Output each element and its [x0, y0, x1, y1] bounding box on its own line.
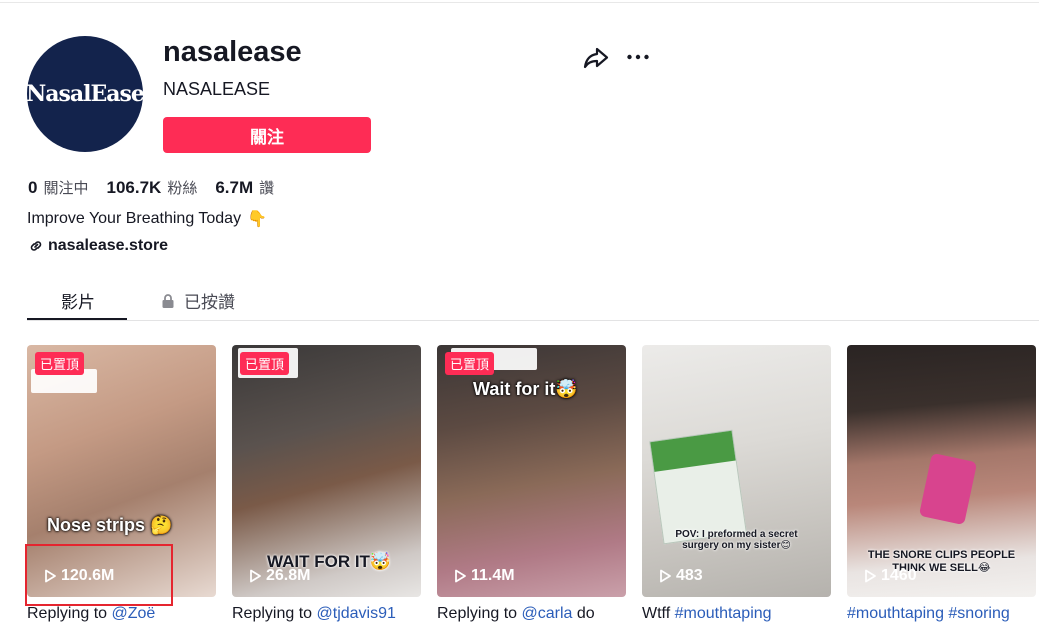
view-count: 483	[658, 567, 703, 585]
play-icon	[455, 569, 466, 583]
play-icon	[660, 569, 671, 583]
view-count-value: 483	[676, 567, 703, 584]
video-description[interactable]: Replying to @carla do	[437, 605, 626, 623]
view-count: 26.8M	[248, 567, 310, 585]
view-count-value: 11.4M	[471, 567, 515, 584]
video-card[interactable]: POV: I preformed a secret surgery on my …	[642, 345, 831, 623]
mention-link[interactable]: @carla	[522, 605, 573, 622]
profile-link[interactable]: nasalease.store	[28, 237, 168, 255]
pinned-badge: 已置頂	[445, 352, 495, 375]
likes-label: 讚	[259, 180, 275, 197]
followers-count: 106.7K	[106, 178, 162, 197]
description-tail: do	[572, 605, 595, 622]
video-thumbnail[interactable]: 已置頂 WAIT FOR IT🤯 26.8M	[232, 345, 421, 597]
followers-label: 粉絲	[167, 180, 198, 197]
description-text: Replying to	[437, 605, 522, 622]
view-count-value: 1460	[881, 567, 917, 584]
description-text: Replying to	[232, 605, 317, 622]
profile-stats: 0 關注中 106.7K 粉絲 6.7M 讚	[28, 177, 292, 198]
tab-videos-label: 影片	[61, 293, 95, 312]
play-icon	[865, 569, 876, 583]
video-thumbnail[interactable]: THE SNORE CLIPS PEOPLE THINK WE SELL😂 14…	[847, 345, 1036, 597]
video-card[interactable]: THE SNORE CLIPS PEOPLE THINK WE SELL😂 14…	[847, 345, 1036, 623]
video-overlay-text: Wait for it🤯	[473, 379, 578, 399]
following-stat[interactable]: 0 關注中	[28, 177, 88, 198]
hashtag-link[interactable]: #mouthtaping	[675, 605, 772, 622]
description-text: Wtff	[642, 605, 675, 622]
tab-liked[interactable]: 已按讚	[160, 288, 235, 313]
video-card[interactable]: 已置頂 WAIT FOR IT🤯 26.8M Replying to @tjda…	[232, 345, 421, 623]
video-overlay-text: Nose strips 🤔	[47, 515, 173, 535]
top-divider	[0, 2, 1039, 3]
following-count: 0	[28, 178, 38, 197]
tab-videos[interactable]: 影片	[61, 288, 95, 313]
likes-stat: 6.7M 讚	[215, 177, 274, 198]
nickname: NASALEASE	[163, 79, 271, 99]
share-icon[interactable]	[583, 46, 609, 70]
video-description[interactable]: Replying to @Zoë	[27, 605, 216, 623]
first-aid-pack	[649, 429, 747, 545]
tabs-divider	[27, 320, 1039, 321]
video-thumbnail[interactable]: 已置頂 Wait for it🤯 11.4M	[437, 345, 626, 597]
video-card[interactable]: 已置頂 Wait for it🤯 11.4M Replying to @carl…	[437, 345, 626, 623]
video-grid: 已置頂 Nose strips 🤔 120.6M Replying to @Zo…	[25, 345, 1036, 623]
video-description[interactable]: Replying to @tjdavis91	[232, 605, 421, 623]
link-icon	[30, 241, 42, 251]
video-thumbnail[interactable]: POV: I preformed a secret surgery on my …	[642, 345, 831, 597]
pinned-badge: 已置頂	[35, 352, 85, 375]
username: nasalease	[163, 36, 302, 68]
video-description[interactable]: Wtff #mouthtaping	[642, 605, 831, 623]
likes-count: 6.7M	[215, 178, 254, 197]
view-count-value: 26.8M	[266, 567, 311, 584]
mention-link[interactable]: @Zoë	[112, 605, 156, 622]
play-icon	[250, 569, 261, 583]
bio-text: Improve Your Breathing Today	[27, 210, 242, 227]
hashtag-link[interactable]: #mouthtaping #snoring	[847, 605, 1010, 622]
followers-stat[interactable]: 106.7K 粉絲	[106, 177, 197, 198]
pointing-down-emoji: 👇	[247, 211, 267, 228]
avatar[interactable]: NasalEase	[26, 36, 145, 152]
video-card[interactable]: 已置頂 Nose strips 🤔 120.6M Replying to @Zo…	[25, 345, 216, 623]
more-icon[interactable]	[626, 47, 650, 67]
view-count: 1460	[863, 567, 917, 585]
link-text: nasalease.store	[48, 237, 169, 254]
pinned-badge: 已置頂	[240, 352, 290, 375]
follow-button[interactable]: 關注	[163, 117, 371, 153]
highlight-box	[25, 544, 173, 606]
video-description[interactable]: #mouthtaping #snoring	[847, 605, 1036, 623]
description-text: Replying to	[27, 605, 112, 622]
pink-nose-clip	[918, 452, 978, 526]
video-overlay-text: POV: I preformed a secret surgery on my …	[675, 529, 798, 551]
bio: Improve Your Breathing Today 👇	[27, 209, 267, 229]
tab-liked-label: 已按讚	[184, 293, 235, 312]
lock-icon	[162, 293, 174, 308]
avatar-logo-text: NasalEase	[26, 81, 145, 107]
mention-link[interactable]: @tjdavis91	[317, 605, 396, 622]
view-count: 11.4M	[453, 567, 515, 585]
following-label: 關注中	[43, 180, 89, 197]
